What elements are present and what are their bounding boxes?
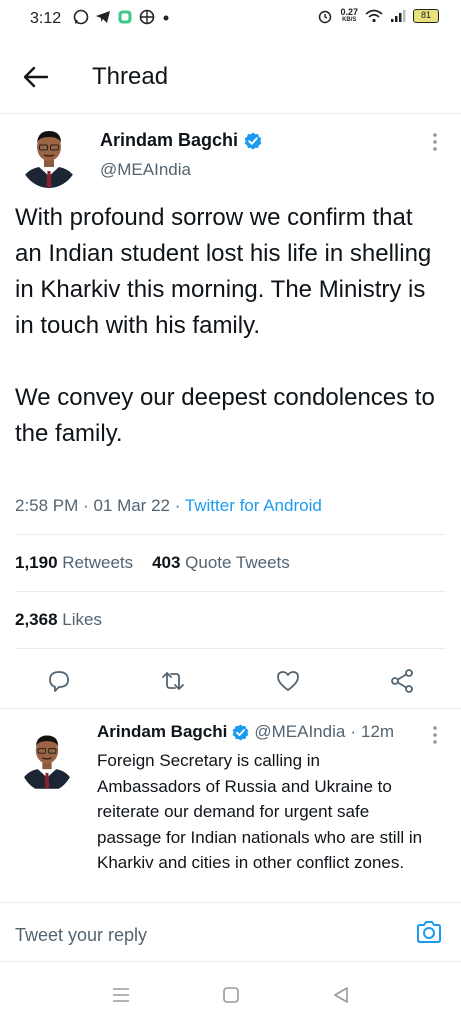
reply-input[interactable]: Tweet your reply <box>15 925 147 946</box>
signal-icon <box>391 10 406 22</box>
tweet-paragraph: With profound sorrow we confirm that an … <box>15 204 432 339</box>
home-icon[interactable] <box>221 986 241 1004</box>
retweets-count: 1,190 <box>15 553 58 572</box>
back-triangle-icon[interactable] <box>331 986 351 1004</box>
meta-separator: · <box>350 722 356 741</box>
football-icon <box>139 9 155 25</box>
person-avatar-icon <box>19 725 75 789</box>
battery-indicator: 81 <box>413 9 439 23</box>
camera-icon[interactable] <box>415 919 443 945</box>
share-icon[interactable] <box>389 668 415 694</box>
status-bar: 3:12 0.27 KB/S 81 <box>0 0 461 40</box>
retweets-label: Retweets <box>62 553 134 572</box>
divider <box>15 534 446 535</box>
verified-badge-icon <box>244 132 262 149</box>
verified-badge-icon <box>233 723 249 741</box>
more-options-icon[interactable] <box>431 132 439 152</box>
likes-label: Likes <box>62 610 102 629</box>
likes-count: 2,368 <box>15 610 58 629</box>
reply-author-handle[interactable]: @MEAIndia <box>254 722 345 742</box>
whatsapp-icon <box>73 9 89 25</box>
meta-separator: · <box>83 496 94 515</box>
likes-stats[interactable]: 2,368 Likes <box>15 610 102 630</box>
reply-body: Foreign Secretary is calling in Ambassad… <box>97 751 423 872</box>
meta-separator: · <box>174 496 185 515</box>
tweet-time: 2:58 PM <box>15 496 79 515</box>
person-avatar-icon <box>19 120 79 188</box>
app-icon <box>118 10 132 24</box>
app-header: Thread <box>0 40 461 114</box>
alarm-icon <box>319 10 332 24</box>
tweet-paragraph: We convey our deepest condolences to the… <box>15 384 435 447</box>
reply-author-name[interactable]: Arindam Bagchi <box>97 722 227 742</box>
tweet-actions <box>0 660 461 704</box>
reply-icon[interactable] <box>46 668 72 694</box>
divider <box>15 591 446 592</box>
network-speed-value: 0.27 <box>340 7 358 17</box>
author-handle[interactable]: @MEAIndia <box>100 160 191 180</box>
like-heart-icon[interactable] <box>275 668 301 694</box>
author-name[interactable]: Arindam Bagchi <box>100 130 238 151</box>
network-speed: 0.27 KB/S <box>340 8 358 24</box>
quotes-label: Quote Tweets <box>185 553 290 572</box>
retweet-icon[interactable] <box>160 668 186 694</box>
back-arrow-icon[interactable] <box>22 63 50 91</box>
more-options-icon[interactable] <box>431 725 439 745</box>
status-time: 3:12 <box>30 10 62 27</box>
network-speed-unit: KB/S <box>342 17 357 23</box>
system-icons: 0.27 KB/S 81 <box>317 8 439 24</box>
page-title: Thread <box>92 63 169 90</box>
notification-icons <box>73 9 171 25</box>
telegram-icon <box>96 11 110 23</box>
reply-composer[interactable]: Tweet your reply <box>0 902 461 962</box>
reply-header[interactable]: Arindam Bagchi @MEAIndia · 12m <box>97 722 394 742</box>
tweet-date: 01 Mar 22 <box>93 496 170 515</box>
wifi-icon <box>365 9 383 23</box>
reply-author-avatar[interactable] <box>19 722 75 792</box>
retweet-stats[interactable]: 1,190 Retweets 403 Quote Tweets <box>15 553 290 573</box>
tweet-source-link[interactable]: Twitter for Android <box>185 496 322 515</box>
divider <box>0 708 461 709</box>
tweet-body: With profound sorrow we confirm that an … <box>15 200 445 452</box>
tweet-meta: 2:58 PM · 01 Mar 22 · Twitter for Androi… <box>15 496 322 516</box>
divider <box>15 648 446 649</box>
system-nav-bar <box>0 966 461 1024</box>
menu-icon[interactable] <box>111 986 131 1004</box>
dot-icon <box>163 15 169 21</box>
quotes-count: 403 <box>152 553 181 572</box>
reply-age: 12m <box>361 722 395 741</box>
author-name-row[interactable]: Arindam Bagchi <box>100 130 262 151</box>
author-avatar[interactable] <box>19 120 79 188</box>
